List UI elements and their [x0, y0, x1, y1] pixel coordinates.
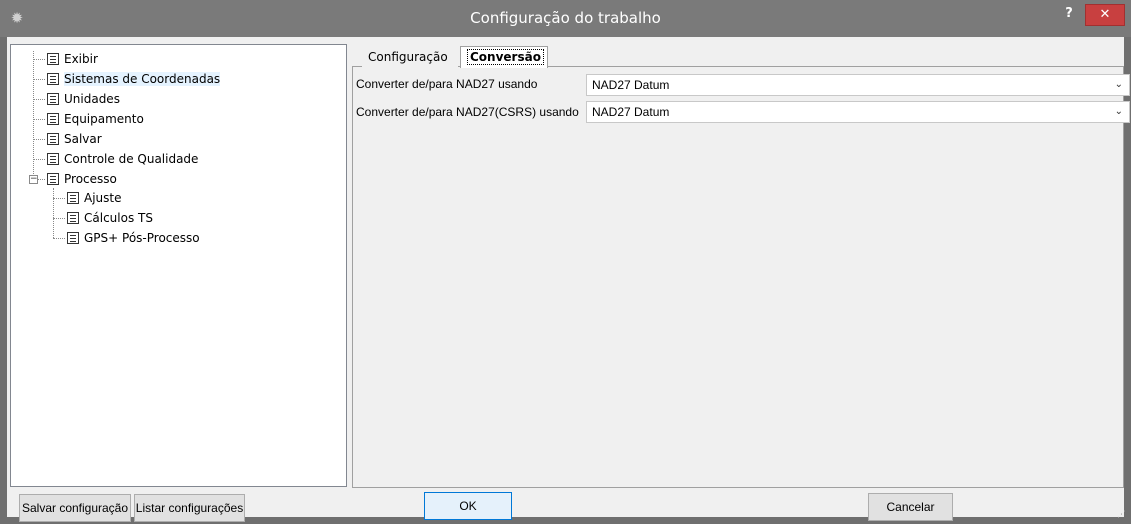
tree-connector	[33, 59, 45, 60]
tree-item-label: Salvar	[64, 132, 102, 146]
tree-item-gps-pos-processo[interactable]: GPS+ Pós-Processo	[67, 229, 200, 247]
tree-item-label: Unidades	[64, 92, 120, 106]
nad27-csrs-label: Converter de/para NAD27(CSRS) usando	[356, 105, 579, 119]
list-icon	[47, 92, 59, 105]
chevron-down-icon[interactable]: ⌄	[1115, 102, 1123, 122]
tree-item-exibir[interactable]: Exibir	[47, 50, 98, 68]
close-button[interactable]: ✕	[1085, 4, 1125, 26]
title-bar[interactable]: ✹ Configuração do trabalho ? ✕	[0, 0, 1131, 37]
help-button[interactable]: ?	[1056, 4, 1082, 24]
resize-grip-icon[interactable]: ⋰	[1117, 510, 1127, 520]
tree-connector	[53, 238, 65, 239]
tree-item-label: Sistemas de Coordenadas	[64, 72, 221, 86]
tree-item-equipamento[interactable]: Equipamento	[47, 110, 144, 128]
tree-item-calculos-ts[interactable]: Cálculos TS	[67, 209, 153, 227]
tree-item-controle-de-qualidade[interactable]: Controle de Qualidade	[47, 150, 198, 168]
list-icon	[47, 132, 59, 145]
list-icon	[47, 72, 59, 85]
chevron-down-icon[interactable]: ⌄	[1115, 75, 1123, 95]
tree-item-processo[interactable]: Processo	[47, 170, 117, 188]
tree-connector	[38, 179, 45, 180]
cancel-button[interactable]: Cancelar	[868, 493, 953, 521]
tree-item-label: Controle de Qualidade	[64, 152, 199, 166]
tree-connector	[33, 119, 45, 120]
nad27-label: Converter de/para NAD27 usando	[356, 77, 538, 91]
tab-panel	[352, 66, 1124, 488]
ok-button[interactable]: OK	[424, 492, 512, 520]
tree-item-sistemas-de-coordenadas[interactable]: Sistemas de Coordenadas	[47, 70, 221, 88]
tree-item-salvar[interactable]: Salvar	[47, 130, 102, 148]
tree-connector	[33, 159, 45, 160]
dialog-window: ✹ Configuração do trabalho ? ✕ − Exibir …	[0, 0, 1131, 524]
tree-item-label: Cálculos TS	[84, 211, 153, 225]
save-config-button[interactable]: Salvar configuração	[19, 494, 131, 522]
list-configs-button[interactable]: Listar configurações	[134, 494, 245, 522]
list-icon	[67, 211, 79, 224]
select-value: NAD27 Datum	[592, 105, 670, 119]
tree-connector	[33, 99, 45, 100]
tree-item-label: Equipamento	[64, 112, 144, 126]
tree-connector	[33, 79, 45, 80]
list-icon	[47, 152, 59, 165]
settings-tree[interactable]: − Exibir Sistemas de Coordenadas Unidade…	[10, 44, 347, 487]
collapse-toggle-icon[interactable]: −	[29, 175, 38, 184]
list-icon	[47, 112, 59, 125]
list-icon	[47, 52, 59, 65]
nad27-select[interactable]: NAD27 Datum ⌄	[586, 74, 1130, 96]
tree-item-label: Exibir	[64, 52, 98, 66]
tree-connector	[53, 198, 65, 199]
tab-configuracao[interactable]: Configuração	[362, 47, 458, 67]
tree-item-ajuste[interactable]: Ajuste	[67, 189, 122, 207]
tree-connector	[53, 218, 65, 219]
list-icon	[47, 172, 59, 185]
tab-label: Conversão	[467, 49, 544, 65]
select-value: NAD27 Datum	[592, 78, 670, 92]
nad27-csrs-select[interactable]: NAD27 Datum ⌄	[586, 101, 1130, 123]
close-icon: ✕	[1099, 7, 1111, 22]
window-title: Configuração do trabalho	[470, 9, 661, 27]
tree-connector	[33, 139, 45, 140]
list-icon	[67, 231, 79, 244]
tree-item-unidades[interactable]: Unidades	[47, 90, 120, 108]
tree-item-label: Ajuste	[84, 191, 122, 205]
tree-connector	[53, 188, 54, 238]
tree-item-label: Processo	[64, 172, 117, 186]
list-icon	[67, 191, 79, 204]
tree-item-label: GPS+ Pós-Processo	[84, 231, 200, 245]
tab-conversao[interactable]: Conversão	[460, 46, 548, 68]
